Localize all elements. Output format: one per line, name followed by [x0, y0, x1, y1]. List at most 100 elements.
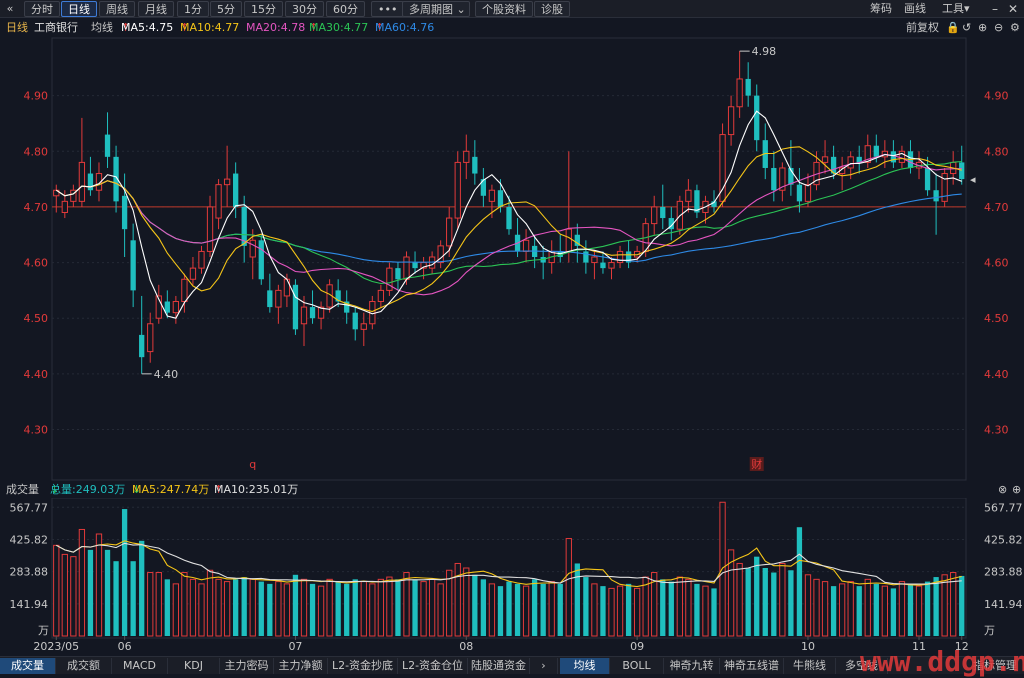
volume-bar [53, 544, 60, 637]
tab-fenshi[interactable]: 分时 [24, 1, 60, 17]
volume-bar [472, 574, 478, 636]
tab-ma[interactable]: 均线 [560, 658, 610, 674]
tab-main-net[interactable]: 主力净额 [274, 658, 328, 674]
price-axis-label-right: 4.30 [984, 423, 1009, 436]
volume-axis-label-right: 425.82 [984, 533, 1023, 546]
volume-bar [762, 568, 768, 636]
volume-bar [864, 578, 871, 637]
volume-bar [420, 581, 427, 637]
tab-weekly[interactable]: 周线 [99, 1, 135, 17]
tab-main-code[interactable]: 主力密码 [220, 658, 274, 674]
ma-indicator-label[interactable]: 均线 [91, 19, 113, 37]
zoom-out-icon[interactable]: ⊖ [994, 19, 1003, 37]
candle-body [412, 262, 418, 269]
tab-magic-five[interactable]: 神奇五线谱 [720, 658, 784, 674]
volume-bar [130, 561, 136, 636]
volume-bar [813, 578, 820, 637]
stock-profile-button[interactable]: 个股资料 [475, 1, 533, 17]
tab-monthly[interactable]: 月线 [138, 1, 174, 17]
undo-icon[interactable]: ↺ [962, 19, 971, 37]
tab-15min[interactable]: 15分 [244, 1, 283, 17]
tab-boll[interactable]: BOLL [610, 658, 664, 674]
volume-ma10-text: MA10:235.01万 [214, 483, 299, 496]
tab-turnover[interactable]: 成交额 [56, 658, 112, 674]
candle-body [233, 173, 239, 207]
volume-bar [275, 581, 282, 637]
candle-body [189, 267, 197, 280]
adjust-mode-button[interactable]: 前复权 [906, 19, 939, 37]
tab-daily[interactable]: 日线 [61, 1, 97, 17]
tools-button[interactable]: 工具▾ [942, 2, 970, 16]
chips-button[interactable]: 筹码 [870, 2, 892, 16]
back-icon[interactable]: « [2, 1, 18, 17]
stock-name: 工商银行 [34, 21, 78, 34]
volume-axis-label-right: 567.77 [984, 501, 1023, 514]
tab-volume[interactable]: 成交量 [0, 658, 56, 674]
volume-bar [625, 583, 632, 636]
tab-1min[interactable]: 1分 [177, 1, 209, 17]
candle-body [360, 323, 367, 330]
tab-kdj[interactable]: KDJ [168, 658, 220, 674]
volume-unit-right: 万 [984, 624, 995, 637]
candle-body [198, 250, 205, 269]
tab-bull-bear[interactable]: 牛熊线 [784, 658, 836, 674]
tab-macd[interactable]: MACD [112, 658, 168, 674]
ma30-value: MA30:4.77 ↑ [309, 19, 368, 37]
more-periods-button[interactable]: ••• [371, 1, 405, 17]
candle-body [206, 206, 214, 252]
volume-bar [309, 583, 316, 636]
volume-bar [702, 585, 709, 637]
diagnose-button[interactable]: 诊股 [534, 1, 570, 17]
add-panel-icon[interactable]: ⊕ [1012, 482, 1021, 498]
minimize-icon[interactable]: – [992, 2, 998, 16]
tab-30min[interactable]: 30分 [285, 1, 324, 17]
volume-bar [754, 556, 760, 636]
volume-bar [454, 562, 461, 637]
volume-bar [838, 583, 846, 637]
volume-title: 成交量 [6, 483, 39, 496]
candle-body [454, 161, 461, 219]
event-marker-finance: 财 [751, 457, 762, 471]
candle-body [292, 284, 299, 330]
ma5-value: MA5:4.75 ↑ [121, 19, 173, 37]
candle-body [275, 289, 282, 308]
draw-button[interactable]: 画线 [904, 2, 926, 16]
zoom-in-icon[interactable]: ⊕ [978, 19, 987, 37]
volume-bar [557, 583, 563, 636]
tabs-scroll-right-icon[interactable]: › [530, 658, 558, 674]
price-axis-label-right: 4.70 [984, 201, 1009, 214]
tab-60min[interactable]: 60分 [326, 1, 365, 17]
candle-body [685, 189, 692, 202]
volume-bar [258, 581, 264, 636]
volume-bar [155, 572, 162, 637]
close-panel-icon[interactable]: ⊗ [998, 482, 1007, 498]
period-label: 日线 [6, 21, 28, 34]
price-axis-label-left: 4.80 [24, 145, 49, 158]
volume-bar [531, 579, 538, 636]
tab-l2-bottom[interactable]: L2-资金抄底 [328, 658, 398, 674]
current-price-pointer-icon: ◂ [970, 173, 976, 186]
candle-body [616, 250, 624, 264]
volume-bar [215, 578, 222, 637]
volume-bar [446, 569, 453, 637]
volume-bar [317, 585, 325, 637]
lock-icon[interactable]: 🔒 [946, 19, 960, 37]
date-axis-label: 10 [801, 640, 815, 653]
ma10-text: MA10:4.77 [180, 21, 240, 34]
candle-body [164, 301, 170, 313]
kline-chart-canvas[interactable]: 4.90 4.90 4.80 4.80 4.70 4.70 4.60 4.60 4.50 4.50… [0, 0, 1024, 674]
tab-hk-connect[interactable]: 陆股通资金 [468, 658, 530, 674]
multi-period-dropdown[interactable]: 多周期图 ⌄ [402, 1, 470, 17]
price-axis-label-left: 4.30 [24, 423, 49, 436]
volume-bar [104, 549, 111, 636]
tab-magic-nine[interactable]: 神奇九转 [664, 658, 720, 674]
tab-l2-position[interactable]: L2-资金仓位 [398, 658, 468, 674]
settings-icon[interactable]: ⚙ [1010, 19, 1020, 37]
volume-bar [583, 577, 589, 636]
candle-body [727, 106, 735, 136]
close-icon[interactable]: ✕ [1008, 2, 1018, 16]
price-axis-label-right: 4.40 [984, 368, 1009, 381]
tab-5min[interactable]: 5分 [210, 1, 242, 17]
volume-bar [873, 583, 879, 636]
date-axis-label: 2023/05 [33, 640, 79, 653]
